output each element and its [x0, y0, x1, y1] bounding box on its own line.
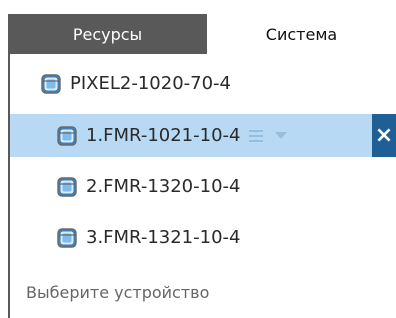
device-icon [57, 227, 77, 248]
status-text: Выберите устройство [26, 283, 210, 302]
tab-system-label: Система [265, 24, 338, 44]
tree-item-label: 2.FMR-1320-10-4 [86, 176, 241, 197]
tree-item-3[interactable]: 3.FMR-1321-10-4 [10, 216, 396, 259]
tree-item-label: 3.FMR-1321-10-4 [86, 227, 241, 248]
tree-root-item[interactable]: PIXEL2-1020-70-4 [10, 62, 396, 105]
device-icon [57, 176, 77, 197]
device-icon [41, 73, 61, 94]
device-icon [57, 125, 77, 146]
tab-resources[interactable]: Ресурсы [8, 14, 207, 54]
tab-system[interactable]: Система [207, 14, 396, 54]
tree-root-label: PIXEL2-1020-70-4 [70, 73, 231, 94]
caret-down-icon[interactable] [274, 132, 287, 139]
tab-bar: Ресурсы Система [8, 14, 396, 54]
tree-item-1[interactable]: 1.FMR-1021-10-4 × [10, 114, 396, 157]
tab-resources-label: Ресурсы [72, 24, 143, 44]
close-icon: × [374, 122, 394, 148]
close-button[interactable]: × [372, 114, 396, 157]
hamburger-icon[interactable] [248, 129, 263, 142]
tree-item-label: 1.FMR-1021-10-4 [86, 125, 241, 146]
tree-item-2[interactable]: 2.FMR-1320-10-4 [10, 165, 396, 208]
